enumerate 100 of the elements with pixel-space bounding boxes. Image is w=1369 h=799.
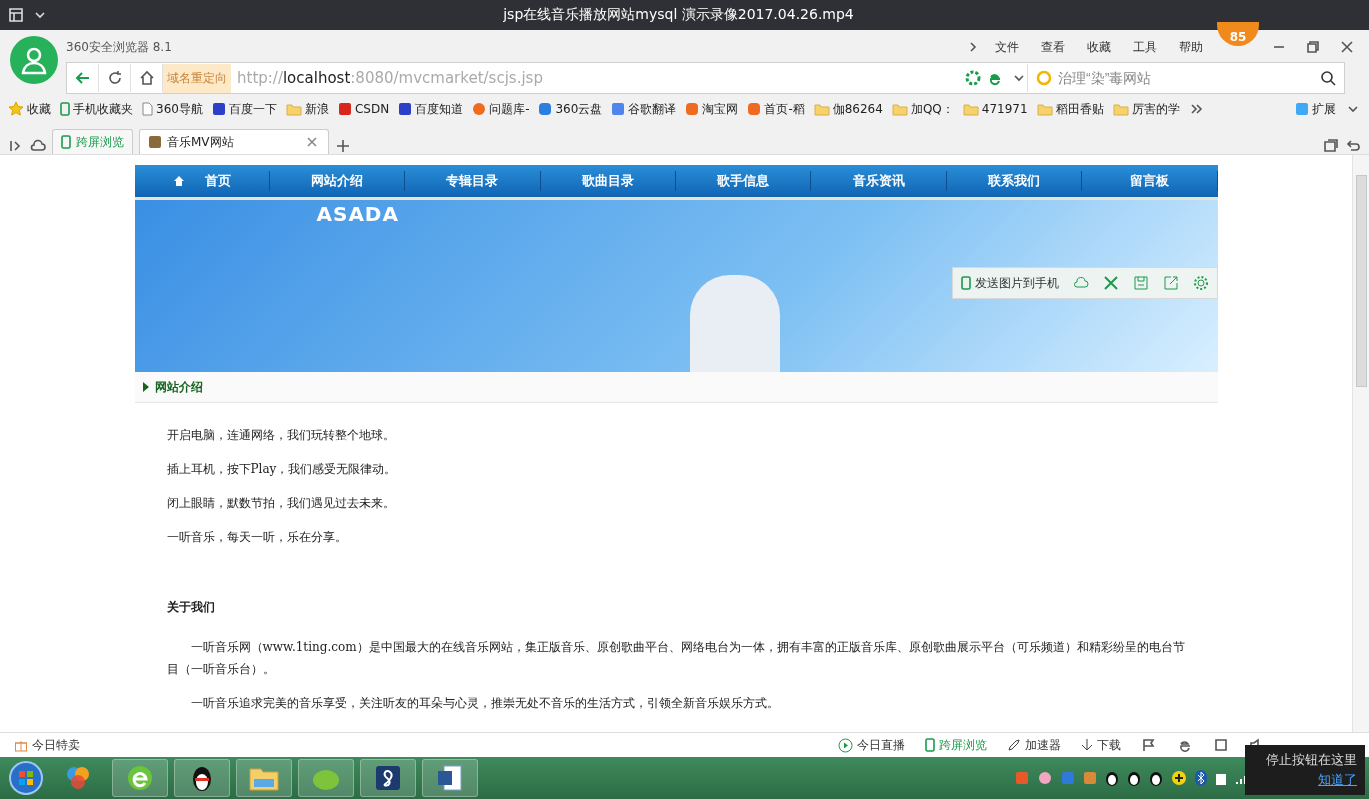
bookmark-item[interactable]: 360导航 (142, 100, 203, 118)
video-title: jsp在线音乐播放网站mysql 演示录像2017.04.26.mp4 (502, 6, 855, 24)
nav-link[interactable]: 首页 (134, 171, 270, 191)
close-icon[interactable] (1339, 39, 1355, 55)
page-icon (142, 102, 153, 116)
tray-app-icon (1083, 771, 1097, 785)
browser-tab[interactable]: 跨屏浏览 (52, 129, 133, 154)
tooltip-link[interactable]: 知道了 (1318, 771, 1357, 789)
intro-line: 一听音乐，每天一听，乐在分享。 (166, 529, 348, 546)
browser-taskbar-icon[interactable] (112, 759, 168, 797)
banner-logo: ASADA (316, 202, 399, 226)
menu-item[interactable]: 收藏 (1079, 38, 1119, 56)
bookmark-item[interactable]: CSDN (337, 102, 390, 116)
status-item[interactable]: 下载 (1081, 736, 1121, 754)
status-item[interactable]: 今日直播 (838, 736, 905, 754)
intro-line: 开启电脑，连通网络，我们玩转整个地球。 (166, 427, 396, 444)
penguin-taskbar-icon[interactable] (174, 759, 230, 797)
bookmark-item[interactable]: 百度知道 (398, 100, 464, 118)
menu-icon[interactable] (8, 7, 24, 23)
star-icon (8, 101, 24, 117)
bookmark-item[interactable]: 471971 (962, 102, 1028, 116)
flag-icon[interactable] (1141, 737, 1157, 753)
bookmark-item[interactable]: 新浪 (285, 100, 329, 118)
bookmark-item[interactable]: 稻田香贴 (1036, 100, 1104, 118)
restore-icon[interactable] (1305, 39, 1321, 55)
about-paragraph: 一听音乐网（www.1ting.com）是中国最大的在线音乐网站，集正版音乐、原创歌曲平台、网络电台为一体，拥有丰富的正版音乐库、原创歌曲展示平台（可乐频道）和精彩纷呈的电台节目（一听音乐台）。 (166, 639, 1186, 678)
bookmark-item[interactable]: 加QQ： (891, 100, 954, 118)
nav-link[interactable]: 音乐资讯 (811, 171, 947, 191)
phone-icon (61, 135, 71, 149)
eight-taskbar-icon[interactable] (360, 759, 416, 797)
home-icon (172, 175, 185, 187)
triangle-right-icon (142, 382, 149, 392)
share-icon[interactable] (1162, 275, 1179, 291)
bookmark-item[interactable]: 收藏 (8, 100, 51, 118)
plus-circle-icon[interactable] (1171, 770, 1187, 786)
nav-link[interactable]: 歌手信息 (676, 171, 812, 191)
browser-name: 360安全浏览器 8.1 (66, 38, 173, 56)
undo-icon[interactable] (1345, 138, 1361, 154)
menu-item[interactable]: 查看 (1033, 38, 1073, 56)
tooltip-message: 停止按钮在这里 (1266, 751, 1357, 769)
browser-tab[interactable]: 音乐MV网站 (139, 129, 329, 154)
phone-icon (960, 276, 971, 290)
intro-line: 插上耳机，按下Play，我们感受无限律动。 (166, 461, 398, 478)
bookmark-item[interactable]: 问题库- (472, 100, 530, 118)
address-field[interactable]: http://localhost:8080/mvcmarket/scjs.jsp (231, 69, 965, 87)
about-title: 关于我们 (166, 599, 216, 616)
search-engine-icon (1036, 70, 1052, 86)
menu-item[interactable]: 文件 (987, 38, 1027, 56)
document-taskbar-icon[interactable] (422, 759, 478, 797)
extensions-button[interactable]: 扩展 (1295, 100, 1336, 118)
nav-link[interactable]: 留言板 (1082, 171, 1218, 191)
status-item[interactable]: 今日特卖 (14, 736, 80, 754)
bookmark-item[interactable]: 淘宝网 (685, 100, 739, 118)
about-paragraph: 一听音乐追求完美的音乐享受，关注听友的耳朵与心灵，推崇无处不音乐的生活方式，引领全新音乐娱乐方式。 (189, 695, 780, 712)
reload-icon (106, 70, 123, 86)
redirect-badge: 域名重定向 (163, 63, 231, 93)
scrollbar[interactable] (1352, 155, 1369, 732)
status-item[interactable]: 加速器 (1007, 736, 1061, 754)
bookmark-item[interactable]: 伽86264 (813, 100, 883, 118)
folder-icon (813, 102, 830, 116)
bookmark-item[interactable]: 首页-稻 (747, 100, 805, 118)
search-icon[interactable] (1320, 70, 1336, 86)
search-field[interactable]: 治理“染”毒网站 (1056, 69, 1316, 87)
penguin-icon[interactable] (1105, 770, 1119, 786)
folder-icon (1112, 102, 1129, 116)
site-favicon-icon (148, 135, 162, 149)
gift-icon (14, 738, 28, 752)
phone-icon (60, 102, 70, 116)
folder-taskbar-icon[interactable] (236, 759, 292, 797)
menu-item[interactable]: 帮助 (1171, 38, 1211, 56)
nav-link[interactable]: 歌曲目录 (540, 171, 676, 191)
window-icon[interactable] (1213, 737, 1229, 753)
nav-link[interactable]: 联系我们 (946, 171, 1083, 191)
bookmark-item[interactable]: 谷歌翻译 (611, 100, 677, 118)
play-icon (838, 737, 853, 753)
user-avatar[interactable] (10, 36, 58, 84)
bookmark-item[interactable]: 百度一下 (211, 100, 277, 118)
nav-link[interactable]: 网站介绍 (269, 171, 406, 191)
folder-icon (891, 102, 908, 116)
bookmark-item[interactable]: 手机收藏夹 (60, 100, 133, 118)
penguin-icon[interactable] (1127, 770, 1141, 786)
home-icon (138, 70, 155, 86)
start-button-icon[interactable] (8, 760, 44, 796)
arrow-left-icon (74, 70, 91, 86)
plus-icon[interactable] (335, 138, 351, 154)
tabs-icon[interactable] (1323, 138, 1339, 154)
status-item[interactable]: 跨屏浏览 (925, 736, 987, 754)
send-to-phone-button[interactable]: 发送图片到手机 (960, 274, 1059, 292)
folder-icon (962, 102, 979, 116)
bluetooth-icon[interactable] (1195, 770, 1207, 786)
menu-item[interactable]: 工具 (1125, 38, 1165, 56)
bookmark-item[interactable]: 360云盘 (538, 100, 603, 118)
section-title: 网站介绍 (154, 378, 203, 396)
settings-icon[interactable] (1192, 275, 1209, 291)
nav-link[interactable]: 专辑目录 (405, 171, 541, 191)
intro-line: 闭上眼睛，默数节拍，我们遇见过去未来。 (166, 495, 396, 512)
bookmark-item[interactable]: 厉害的学 (1112, 100, 1180, 118)
penguin-icon[interactable] (1149, 770, 1163, 786)
folder-icon (285, 102, 302, 116)
phone-icon (925, 738, 935, 752)
